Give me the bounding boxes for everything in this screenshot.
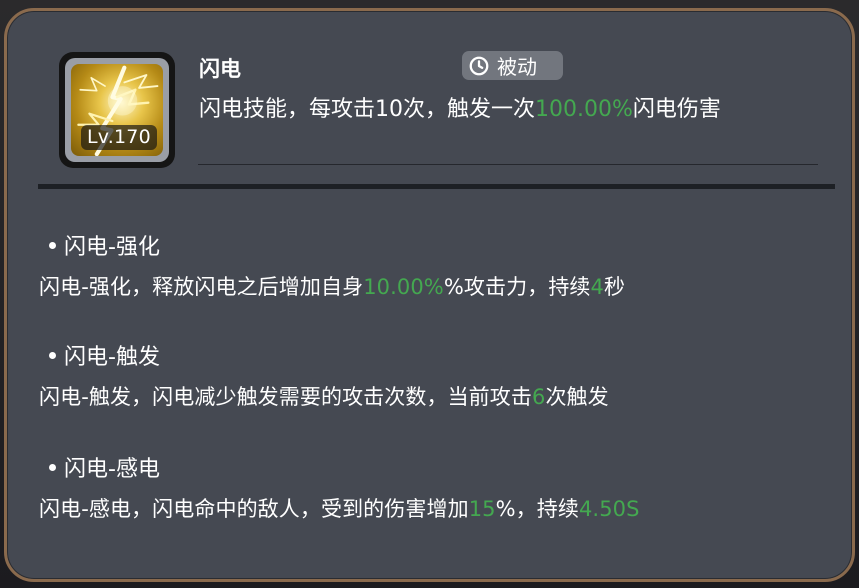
level-badge: Lv.170 — [81, 125, 157, 150]
skill-icon-frame: Lv.170 — [59, 52, 175, 168]
skill-name: 闪电 — [199, 57, 241, 81]
clock-icon — [468, 55, 490, 77]
section-description: 闪电-感电，闪电命中的敌人，受到的伤害增加15%，持续4.50S — [39, 493, 829, 523]
section-description: 闪电-强化，释放闪电之后增加自身10.00%%攻击力，持续4秒 — [39, 271, 829, 301]
skill-description-suffix: 闪电伤害 — [632, 97, 721, 122]
section-desc-value: 15 — [468, 497, 496, 521]
section-title: 闪电-感电 — [39, 453, 829, 482]
section-desc-part: 秒 — [604, 275, 626, 299]
section-desc-value: 4.50S — [578, 497, 640, 521]
section-desc-value: 6 — [531, 385, 546, 409]
bullet-icon — [49, 241, 56, 249]
skill-detail-panel: Lv.170 闪电 被动 闪电技能，每攻击10次，触发一次100.00%闪电伤害… — [4, 8, 855, 582]
skill-description-value: 100.00% — [535, 97, 633, 122]
lightning-icon: Lv.170 — [71, 64, 163, 156]
section-desc-part: %攻击力，持续 — [443, 275, 591, 299]
section-desc-part: %，持续 — [495, 497, 579, 521]
skill-description: 闪电技能，每攻击10次，触发一次100.00%闪电伤害 — [199, 91, 721, 123]
header-divider — [198, 164, 818, 165]
section-title: 闪电-触发 — [39, 341, 829, 370]
section-desc-value: 4 — [590, 275, 604, 299]
section-desc-part: 闪电-感电，闪电命中的敌人，受到的伤害增加 — [39, 497, 469, 521]
passive-label: 被动 — [497, 55, 537, 79]
skill-description-prefix: 闪电技能，每攻击10次，触发一次 — [199, 97, 535, 122]
passive-badge: 被动 — [462, 51, 563, 80]
section-description: 闪电-触发，闪电减少触发需要的攻击次数，当前攻击6次触发 — [39, 381, 829, 411]
bullet-icon — [49, 463, 56, 471]
section-title-text: 闪电-感电 — [64, 457, 160, 482]
section-desc-part: 闪电-强化，释放闪电之后增加自身 — [39, 275, 364, 299]
upgrade-section-shock: 闪电-感电 闪电-感电，闪电命中的敌人，受到的伤害增加15%，持续4.50S — [39, 453, 829, 523]
skill-icon-border: Lv.170 — [65, 58, 169, 162]
section-title: 闪电-强化 — [39, 231, 829, 260]
upgrade-section-enhance: 闪电-强化 闪电-强化，释放闪电之后增加自身10.00%%攻击力，持续4秒 — [39, 231, 829, 301]
section-desc-part: 闪电-触发，闪电减少触发需要的攻击次数，当前攻击 — [39, 385, 532, 409]
bullet-icon — [49, 351, 56, 359]
section-desc-value: 10.00% — [363, 275, 444, 299]
section-title-text: 闪电-触发 — [64, 345, 160, 370]
section-title-text: 闪电-强化 — [64, 235, 160, 260]
upgrade-section-trigger: 闪电-触发 闪电-触发，闪电减少触发需要的攻击次数，当前攻击6次触发 — [39, 341, 829, 411]
section-desc-part: 次触发 — [545, 385, 609, 409]
section-divider — [38, 184, 835, 189]
